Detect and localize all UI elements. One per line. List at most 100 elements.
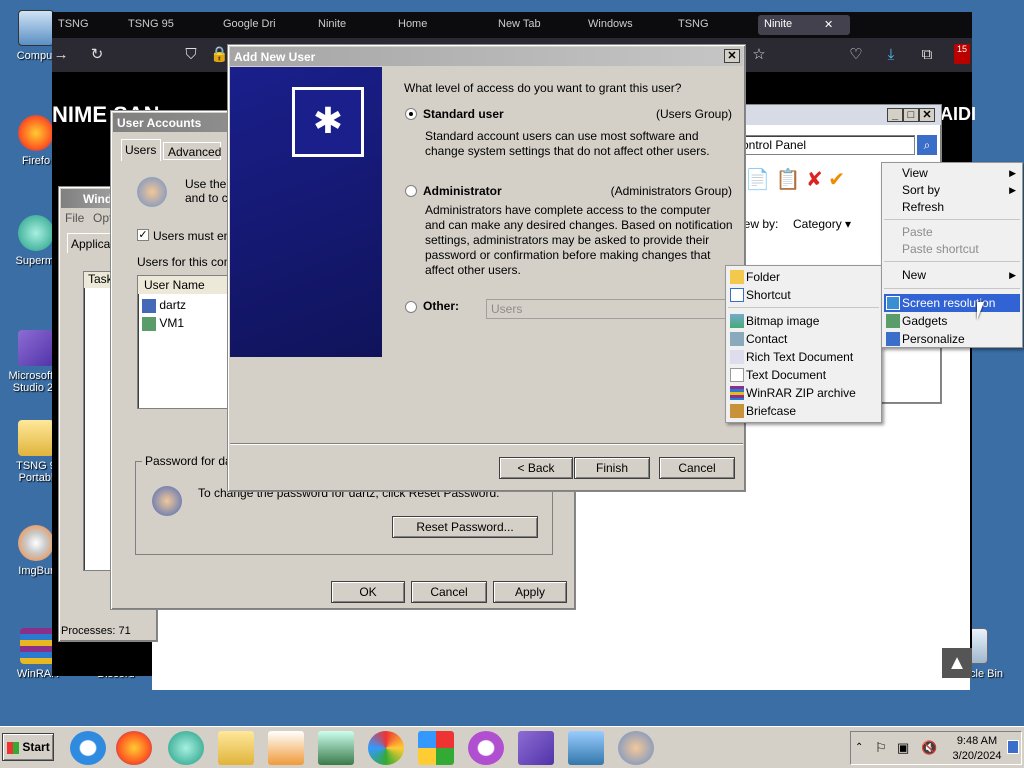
- dialog-divider: [230, 443, 743, 445]
- browser-tab[interactable]: Google Dri: [217, 15, 307, 35]
- users-list[interactable]: User Name dartz VM1: [137, 275, 237, 409]
- new-folder-item[interactable]: Folder: [728, 268, 879, 286]
- user-name-header[interactable]: User Name: [138, 276, 236, 294]
- itunes-icon[interactable]: [468, 731, 504, 765]
- other-label[interactable]: Other:: [423, 299, 459, 313]
- new-briefcase-item[interactable]: Briefcase: [728, 402, 879, 420]
- task-manager-icon[interactable]: [318, 731, 354, 765]
- tab-users[interactable]: Users: [121, 139, 161, 161]
- network-icon[interactable]: ▣: [897, 740, 909, 756]
- cancel-button[interactable]: Cancel: [411, 581, 487, 603]
- must-enter-checkbox[interactable]: ✓: [137, 229, 149, 241]
- new-bitmap-item[interactable]: Bitmap image: [728, 312, 879, 330]
- back-button[interactable]: < Back: [499, 457, 573, 479]
- menu-item-label: Refresh: [902, 200, 945, 214]
- other-dropdown-value: Users: [491, 302, 523, 316]
- menu-separator: [884, 219, 1020, 220]
- new-shortcut-item[interactable]: Shortcut: [728, 286, 879, 304]
- menu-item-new[interactable]: New ▶: [884, 266, 1020, 284]
- checkmark-icon[interactable]: ✔: [828, 169, 845, 191]
- minimize-button[interactable]: _: [887, 108, 903, 122]
- new-rtf-item[interactable]: Rich Text Document: [728, 348, 879, 366]
- document-icon[interactable]: 📄: [745, 169, 770, 191]
- menu-item-personalize[interactable]: Personalize: [884, 330, 1020, 348]
- new-text-item[interactable]: Text Document: [728, 366, 879, 384]
- menu-item-view[interactable]: View ▶: [884, 164, 1020, 182]
- volume-muted-icon[interactable]: 🔇: [921, 740, 937, 756]
- bookmark-star-icon[interactable]: ☆: [750, 46, 768, 64]
- reload-icon[interactable]: ↻: [88, 46, 106, 64]
- new-winrar-item[interactable]: WinRAR ZIP archive: [728, 384, 879, 402]
- ok-button[interactable]: OK: [331, 581, 405, 603]
- administrator-label[interactable]: Administrator: [423, 184, 502, 198]
- browser-tab[interactable]: New Tab: [492, 15, 572, 35]
- delete-icon[interactable]: ✘: [806, 169, 823, 191]
- user-accounts-icon[interactable]: [618, 731, 654, 765]
- address-bar[interactable]: ontrol Panel: [737, 135, 915, 155]
- menu-item-refresh[interactable]: Refresh: [884, 198, 1020, 216]
- menu-item-paste[interactable]: Paste: [884, 223, 1020, 241]
- internet-explorer-icon[interactable]: [70, 731, 106, 765]
- extensions-icon[interactable]: ⧉: [918, 46, 936, 64]
- firefox-icon[interactable]: [116, 731, 152, 765]
- cancel-button[interactable]: Cancel: [659, 457, 735, 479]
- extension-badge[interactable]: 15: [954, 44, 970, 64]
- system-tray: ⌃ ⚐ ▣ 🔇 9:48 AM 3/20/2024: [850, 731, 1022, 765]
- media-player-icon[interactable]: [268, 731, 304, 765]
- finish-button[interactable]: Finish: [574, 457, 650, 479]
- start-button[interactable]: Start: [2, 733, 54, 761]
- standard-user-label[interactable]: Standard user: [423, 107, 504, 121]
- maximize-button[interactable]: □: [903, 108, 919, 122]
- browser-tab[interactable]: Home: [392, 15, 472, 35]
- administrator-radio[interactable]: [405, 185, 417, 197]
- search-icon[interactable]: ⌕: [917, 135, 937, 155]
- other-dropdown[interactable]: Users: [486, 299, 726, 319]
- browser-tab[interactable]: TSNG 95: [122, 15, 212, 35]
- show-hidden-icons-icon[interactable]: ⌃: [855, 742, 863, 753]
- close-button[interactable]: ✕: [919, 108, 935, 122]
- show-desktop-icon[interactable]: [1007, 740, 1019, 754]
- other-radio[interactable]: [405, 301, 417, 313]
- windows-flag-icon[interactable]: [418, 731, 454, 765]
- user-row-vm1[interactable]: VM1: [142, 316, 184, 331]
- browser-tab[interactable]: Windows: [582, 15, 662, 35]
- forward-icon[interactable]: →: [52, 46, 70, 64]
- close-button[interactable]: ✕: [724, 49, 740, 63]
- action-center-flag-icon[interactable]: ⚐: [875, 740, 887, 756]
- toolbar-icons: 📄 📋 ✘ ✔: [745, 167, 845, 192]
- file-explorer-icon[interactable]: [218, 731, 254, 765]
- clock-date[interactable]: 3/20/2024: [947, 750, 1007, 762]
- user-icon: [142, 316, 156, 331]
- tab-advanced[interactable]: Advanced: [163, 142, 221, 160]
- clock-time[interactable]: 9:48 AM: [947, 735, 1007, 747]
- apply-button[interactable]: Apply: [493, 581, 567, 603]
- standard-user-radio[interactable]: [405, 108, 417, 120]
- browser-tab[interactable]: Ninite: [312, 15, 382, 35]
- control-panel-icon[interactable]: [568, 731, 604, 765]
- new-contact-item[interactable]: Contact: [728, 330, 879, 348]
- shield-icon[interactable]: ⛉: [182, 46, 200, 64]
- menu-item-gadgets[interactable]: Gadgets: [884, 312, 1020, 330]
- paste-icon[interactable]: 📋: [775, 169, 800, 191]
- view-by-dropdown[interactable]: Category ▾: [793, 217, 851, 231]
- browser-tab[interactable]: TSNG 95: [52, 15, 92, 35]
- menu-item-sort-by[interactable]: Sort by ▶: [884, 181, 1020, 199]
- download-icon[interactable]: ⤓: [882, 46, 900, 64]
- menu-item-paste-shortcut[interactable]: Paste shortcut: [884, 240, 1020, 258]
- menu-item-screen-resolution[interactable]: Screen resolution: [884, 294, 1020, 312]
- close-icon[interactable]: ✕: [824, 18, 833, 31]
- reset-password-button[interactable]: Reset Password...: [392, 516, 538, 538]
- visual-studio-icon[interactable]: [518, 731, 554, 765]
- task-manager-menu-file[interactable]: File: [65, 211, 84, 225]
- paint-icon[interactable]: [368, 731, 404, 765]
- user-icon: [142, 298, 156, 313]
- pocket-icon[interactable]: ♡: [847, 46, 865, 64]
- user-row-dartz[interactable]: dartz: [142, 298, 186, 313]
- scroll-top-button[interactable]: ▲: [942, 648, 972, 678]
- access-question: What level of access do you want to gran…: [404, 81, 682, 95]
- supermium-icon[interactable]: [168, 731, 204, 765]
- lock-icon[interactable]: 🔒: [210, 46, 229, 64]
- imgburn-icon: [18, 525, 54, 561]
- browser-tab-active[interactable]: Ninite: [758, 15, 850, 35]
- browser-tab[interactable]: TSNG: [672, 15, 752, 35]
